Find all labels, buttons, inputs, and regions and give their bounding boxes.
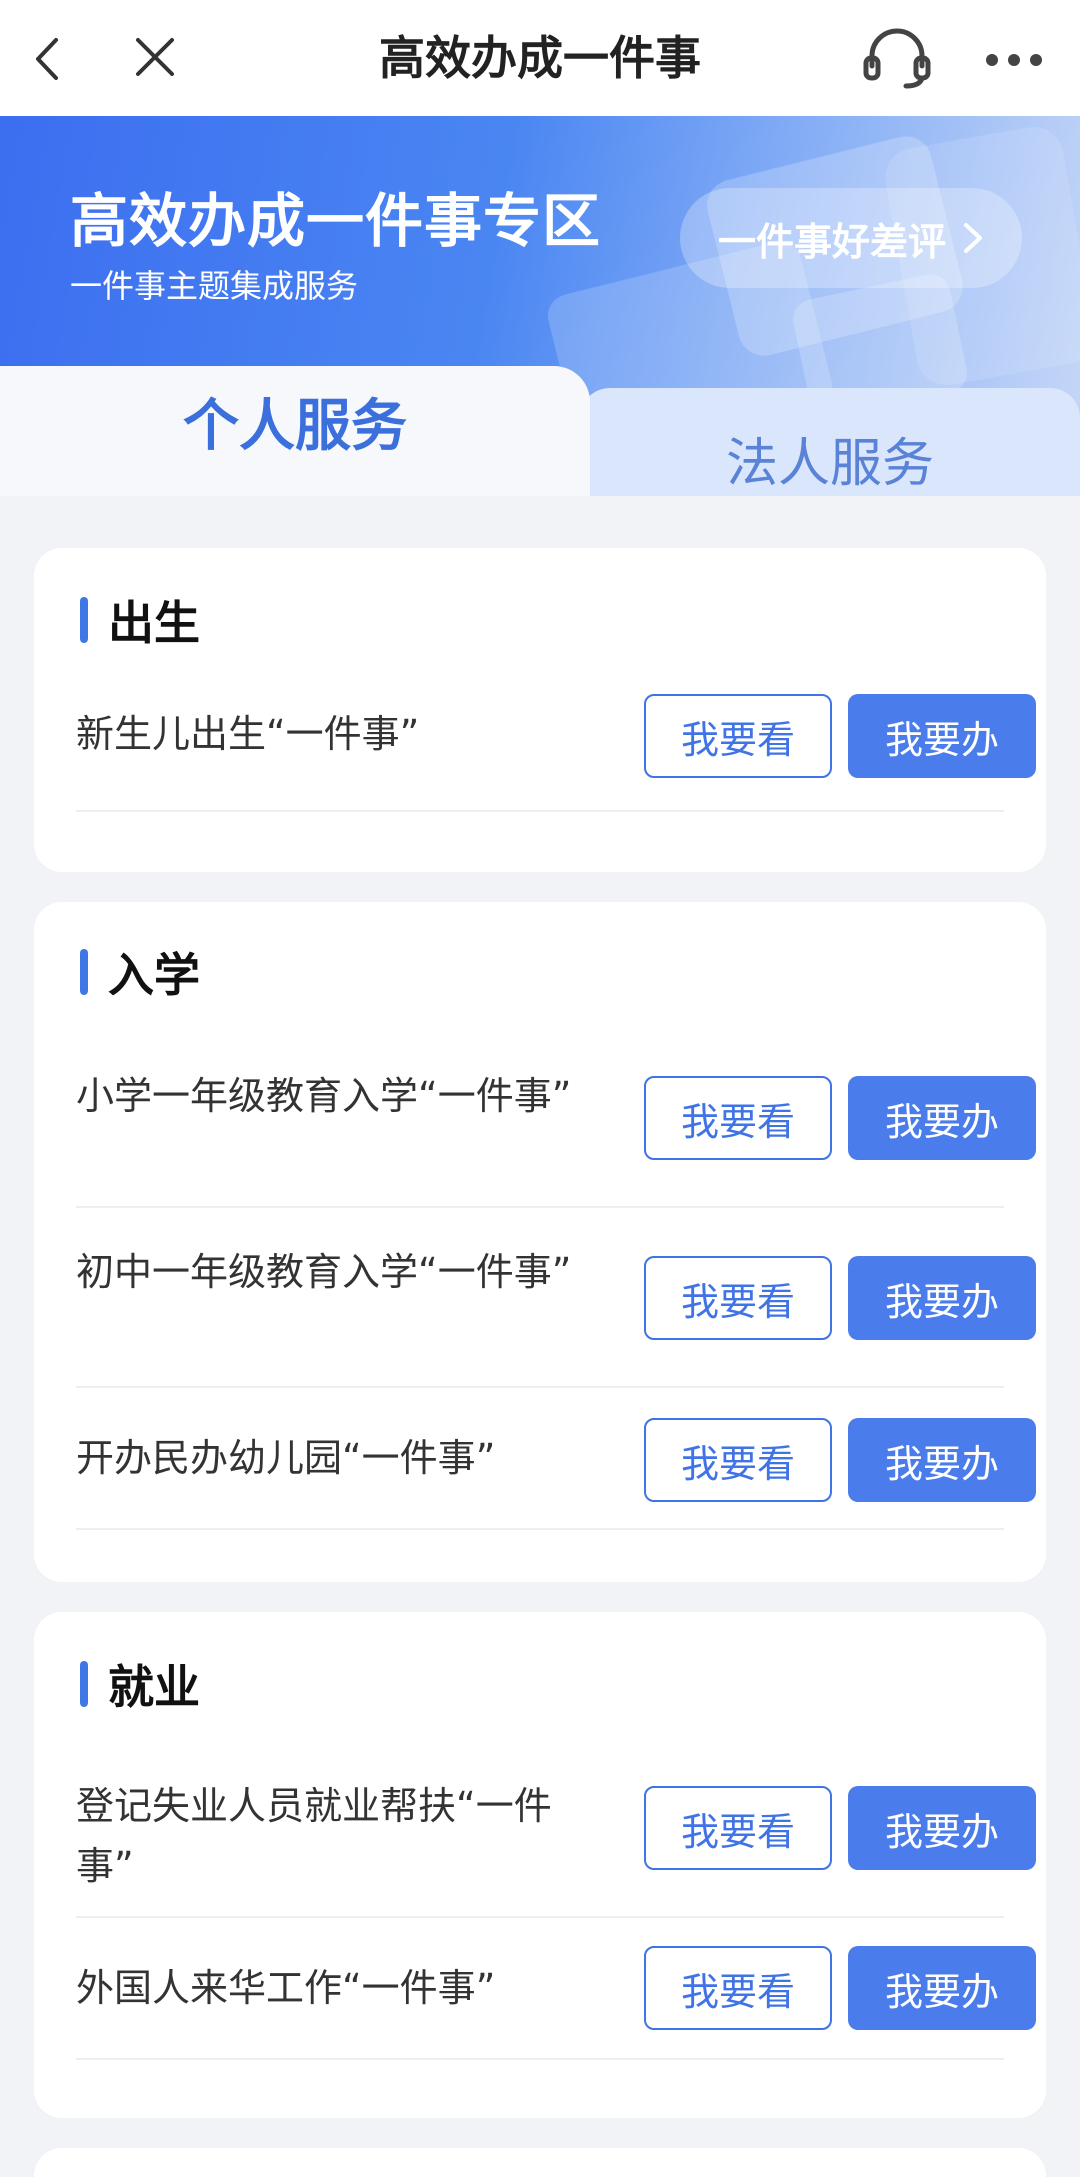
section-accent-bar	[80, 597, 88, 643]
section-accent-bar	[80, 1661, 88, 1707]
tab-legal-services[interactable]: 法人服务	[580, 388, 1080, 496]
tab-personal-services[interactable]: 个人服务	[0, 366, 590, 496]
item-name: 登记失业人员就业帮扶“一件事”	[76, 1784, 552, 1888]
tab-label: 个人服务	[183, 394, 407, 459]
service-tabs: 法人服务 个人服务	[0, 366, 1080, 496]
section-header: 出生	[80, 590, 200, 650]
customer-service-icon[interactable]	[862, 26, 932, 90]
list-item: 新生儿出生“一件事” 我要看 我要办	[76, 694, 1036, 812]
apply-button[interactable]: 我要办	[848, 694, 1036, 778]
section-header: 入学	[80, 942, 200, 1002]
section-title: 就业	[108, 1660, 200, 1714]
section-title: 入学	[108, 948, 200, 1002]
apply-button[interactable]: 我要办	[848, 1418, 1036, 1502]
item-name: 新生儿出生“一件事”	[76, 712, 420, 756]
section-accent-bar	[80, 949, 88, 995]
chevron-right-icon	[964, 223, 982, 253]
view-button[interactable]: 我要看	[644, 1786, 832, 1870]
section-card-birth: 出生 新生儿出生“一件事” 我要看 我要办	[34, 548, 1046, 872]
section-card-enrollment: 入学 小学一年级教育入学“一件事” 我要看 我要办 初中一年级教育入学“一件事”…	[34, 902, 1046, 1582]
view-button[interactable]: 我要看	[644, 1076, 832, 1160]
nav-bar: 高效办成一件事	[0, 0, 1080, 116]
item-name: 小学一年级教育入学“一件事”	[76, 1074, 572, 1118]
item-name: 初中一年级教育入学“一件事”	[76, 1250, 572, 1294]
list-item: 小学一年级教育入学“一件事” 我要看 我要办	[76, 1056, 1036, 1208]
page-title: 高效办成一件事	[379, 31, 701, 85]
tab-label: 法人服务	[725, 434, 934, 494]
section-card-next	[34, 2148, 1046, 2177]
view-button[interactable]: 我要看	[644, 1256, 832, 1340]
view-button[interactable]: 我要看	[644, 694, 832, 778]
apply-button[interactable]: 我要办	[848, 1946, 1036, 2030]
section-title: 出生	[108, 596, 200, 650]
list-item: 外国人来华工作“一件事” 我要看 我要办	[76, 1918, 1036, 2060]
section-header: 就业	[80, 1654, 200, 1714]
list-item: 开办民办幼儿园“一件事” 我要看 我要办	[76, 1388, 1036, 1530]
review-button[interactable]: 一件事好差评	[680, 188, 1022, 288]
review-button-label: 一件事好差评	[717, 219, 946, 264]
apply-button[interactable]: 我要办	[848, 1256, 1036, 1340]
view-button[interactable]: 我要看	[644, 1418, 832, 1502]
section-card-employment: 就业 登记失业人员就业帮扶“一件事” 我要看 我要办 外国人来华工作“一件事” …	[34, 1612, 1046, 2118]
banner-title: 高效办成一件事专区	[70, 187, 602, 255]
view-button[interactable]: 我要看	[644, 1946, 832, 2030]
item-name: 外国人来华工作“一件事”	[76, 1966, 496, 2010]
list-item: 初中一年级教育入学“一件事” 我要看 我要办	[76, 1208, 1036, 1388]
item-name: 开办民办幼儿园“一件事”	[76, 1436, 496, 1480]
banner-subtitle: 一件事主题集成服务	[70, 267, 359, 305]
apply-button[interactable]: 我要办	[848, 1076, 1036, 1160]
more-icon[interactable]	[982, 38, 1046, 82]
close-icon[interactable]	[130, 32, 180, 82]
list-item: 登记失业人员就业帮扶“一件事” 我要看 我要办	[76, 1766, 1036, 1918]
apply-button[interactable]: 我要办	[848, 1786, 1036, 1870]
back-icon[interactable]	[28, 34, 68, 84]
